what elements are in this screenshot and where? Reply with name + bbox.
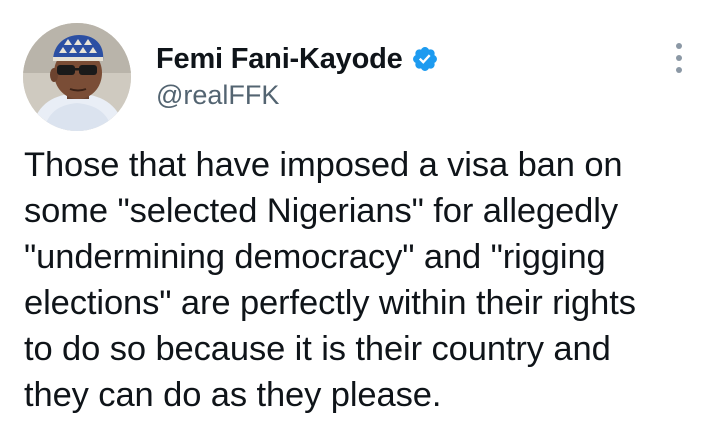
author-block: Femi Fani-Kayode @realFFK [156,41,439,111]
author-name-row: Femi Fani-Kayode [156,41,439,77]
tweet-text-line: elections" are perfectly within their ri… [24,284,636,322]
tweet-text-line: some "selected Nigerians" for allegedly [24,192,618,230]
more-options-icon [676,43,682,49]
tweet-card: Femi Fani-Kayode @realFFK Those that hav… [0,0,720,437]
tweet-text: Those that have imposed a visa ban on so… [24,142,714,418]
avatar[interactable] [23,23,131,131]
verified-badge-icon [411,45,439,73]
tweet-text-line: Those that have imposed a visa ban on [24,146,623,184]
more-options-button[interactable] [664,40,694,76]
avatar-photo [23,23,131,131]
author-display-name[interactable]: Femi Fani-Kayode [156,43,403,76]
author-handle[interactable]: @realFFK [156,80,439,111]
tweet-text-line: they can do as they please. [24,376,442,414]
tweet-text-line: "undermining democracy" and "rigging [24,238,606,276]
tweet-text-line: to do so because it is their country and [24,330,611,368]
more-options-icon-dot [676,67,682,73]
more-options-icon-dot [676,55,682,61]
